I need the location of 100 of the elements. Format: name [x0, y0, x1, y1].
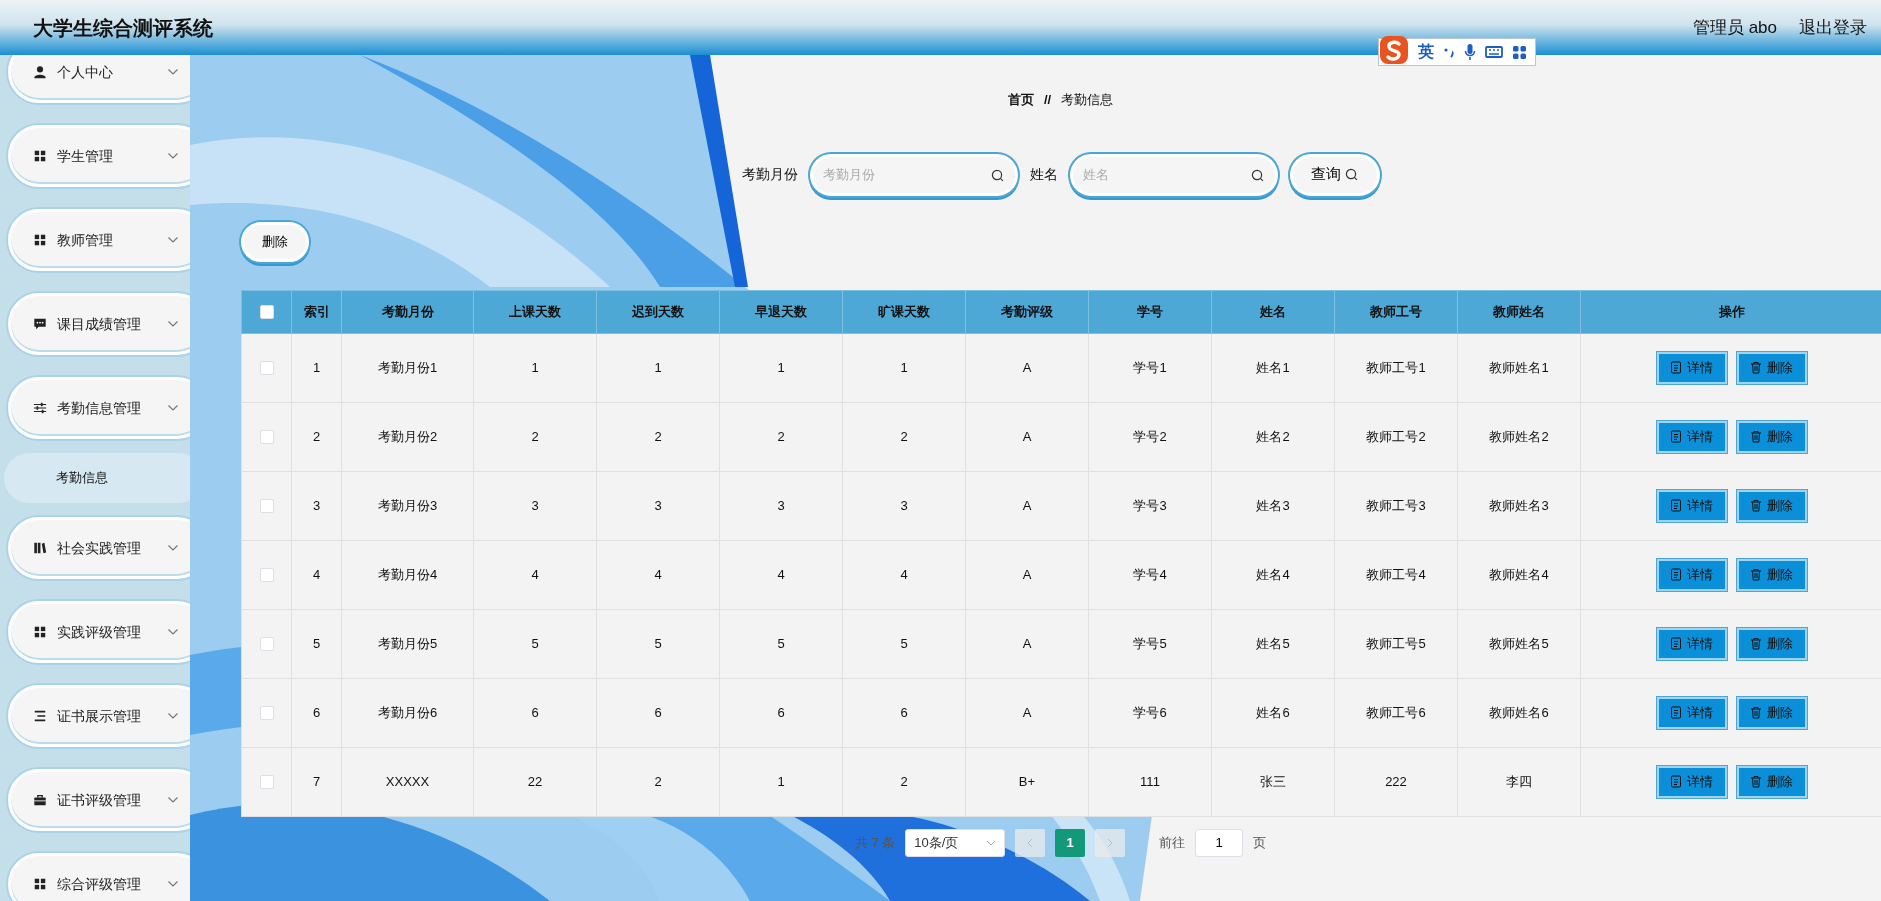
row-checkbox[interactable] [259, 499, 274, 514]
chevron-down-icon [167, 712, 179, 720]
document-icon [1670, 568, 1682, 581]
sliders-icon [33, 401, 47, 415]
trash-icon [1750, 568, 1762, 581]
sidebar-item[interactable]: 综合评级管理 [8, 853, 190, 901]
breadcrumb-separator: // [1043, 91, 1052, 109]
sidebar-item[interactable]: 课目成绩管理 [8, 293, 190, 355]
table-cell: 7 [291, 747, 342, 816]
total-count: 共 7 条 [854, 833, 896, 852]
details-button[interactable]: 详情 [1656, 489, 1727, 522]
table-cell: 教师姓名5 [1457, 609, 1581, 678]
delete-row-button[interactable]: 删除 [1736, 351, 1807, 384]
page-number-button[interactable]: 1 [1055, 828, 1086, 857]
sidebar-item[interactable]: 个人中心 [8, 55, 190, 103]
sidebar-item[interactable]: 社会实践管理 [8, 517, 190, 579]
table-cell: 教师姓名4 [1457, 540, 1581, 609]
row-checkbox[interactable] [259, 361, 274, 376]
table-cell: 4 [291, 540, 342, 609]
page-size-select[interactable]: 10条/页 [905, 828, 1006, 857]
delete-row-button[interactable]: 删除 [1736, 765, 1807, 798]
table-cell: A [965, 540, 1089, 609]
table-cell: A [965, 609, 1089, 678]
chevron-down-icon [167, 236, 179, 244]
logout-link[interactable]: 退出登录 [1799, 14, 1867, 41]
table-cell: A [965, 471, 1089, 540]
row-checkbox[interactable] [259, 430, 274, 445]
row-checkbox[interactable] [259, 775, 274, 790]
row-checkbox[interactable] [259, 706, 274, 721]
row-checkbox[interactable] [259, 637, 274, 652]
row-checkbox[interactable] [259, 568, 274, 583]
search-field[interactable]: 姓名 [1069, 153, 1278, 196]
table-cell: 考勤月份3 [341, 471, 474, 540]
table-cell: 学号5 [1088, 609, 1212, 678]
details-button[interactable]: 详情 [1656, 627, 1727, 660]
chevron-down-icon [167, 796, 179, 804]
field-label: 考勤月份 [741, 165, 798, 184]
chevron-left-icon [1026, 837, 1035, 848]
sidebar-item[interactable]: 证书展示管理 [8, 685, 190, 747]
table-cell: 2 [596, 402, 720, 471]
table-cell: 6 [291, 678, 342, 747]
chevron-down-icon [167, 68, 179, 76]
table-cell: 1 [719, 747, 843, 816]
delete-row-button[interactable]: 删除 [1736, 696, 1807, 729]
table-cell: A [965, 402, 1089, 471]
table-cell: 学号2 [1088, 402, 1212, 471]
breadcrumb-current: 考勤信息 [1061, 91, 1114, 109]
chevron-down-icon [167, 628, 179, 636]
table-cell: 教师工号4 [1334, 540, 1458, 609]
keyboard-icon[interactable] [1485, 45, 1503, 59]
grid-icon [33, 625, 47, 639]
column-header: 迟到天数 [596, 290, 720, 333]
details-button[interactable]: 详情 [1656, 420, 1727, 453]
table-cell: 学号6 [1088, 678, 1212, 747]
select-all-checkbox[interactable] [259, 305, 274, 320]
app-title: 大学生综合测评系统 [33, 15, 213, 41]
table-cell: 3 [842, 471, 966, 540]
ime-logo-icon[interactable] [1379, 35, 1409, 65]
table-cell: 2 [473, 402, 597, 471]
table-cell: 4 [842, 540, 966, 609]
sidebar-subitem[interactable]: 考勤信息 [4, 453, 190, 503]
sidebar-item[interactable]: 实践评级管理 [8, 601, 190, 663]
table-cell: 222 [1334, 747, 1458, 816]
ime-mode-toggle[interactable]: 英 [1418, 40, 1434, 64]
person-icon [33, 65, 47, 79]
microphone-icon[interactable] [1464, 43, 1476, 61]
details-button[interactable]: 详情 [1656, 696, 1727, 729]
chevron-right-icon [1106, 837, 1115, 848]
details-button[interactable]: 详情 [1656, 558, 1727, 591]
delete-row-button[interactable]: 删除 [1736, 627, 1807, 660]
details-button[interactable]: 详情 [1656, 351, 1727, 384]
table-cell: 6 [719, 678, 843, 747]
search-field[interactable]: 考勤月份 [809, 153, 1018, 196]
table-cell: 3 [719, 471, 843, 540]
trash-icon [1750, 706, 1762, 719]
delete-row-button[interactable]: 删除 [1736, 558, 1807, 591]
table-cell: 教师姓名6 [1457, 678, 1581, 747]
delete-row-button[interactable]: 删除 [1736, 489, 1807, 522]
sidebar-item[interactable]: 教师管理 [8, 209, 190, 271]
search-icon [1250, 168, 1264, 182]
trash-icon [1750, 775, 1762, 788]
document-icon [1670, 775, 1682, 788]
details-button[interactable]: 详情 [1656, 765, 1727, 798]
chevron-down-icon [167, 404, 179, 412]
trash-icon [1750, 637, 1762, 650]
apps-icon[interactable] [1512, 44, 1527, 60]
table-cell: 姓名1 [1211, 333, 1335, 402]
field-label: 姓名 [1029, 165, 1058, 184]
document-icon [1670, 499, 1682, 512]
sidebar-item[interactable]: 考勤信息管理 [8, 377, 190, 439]
table-cell: 考勤月份5 [341, 609, 474, 678]
table-cell: 教师工号2 [1334, 402, 1458, 471]
delete-row-button[interactable]: 删除 [1736, 420, 1807, 453]
table-cell: 学号4 [1088, 540, 1212, 609]
sidebar-item[interactable]: 学生管理 [8, 125, 190, 187]
table-cell: 5 [596, 609, 720, 678]
breadcrumb-home[interactable]: 首页 [1007, 90, 1034, 110]
sidebar-item[interactable]: 证书评级管理 [8, 769, 190, 831]
goto-page-field[interactable]: 1 [1195, 828, 1244, 857]
table-cell: 考勤月份2 [341, 402, 474, 471]
